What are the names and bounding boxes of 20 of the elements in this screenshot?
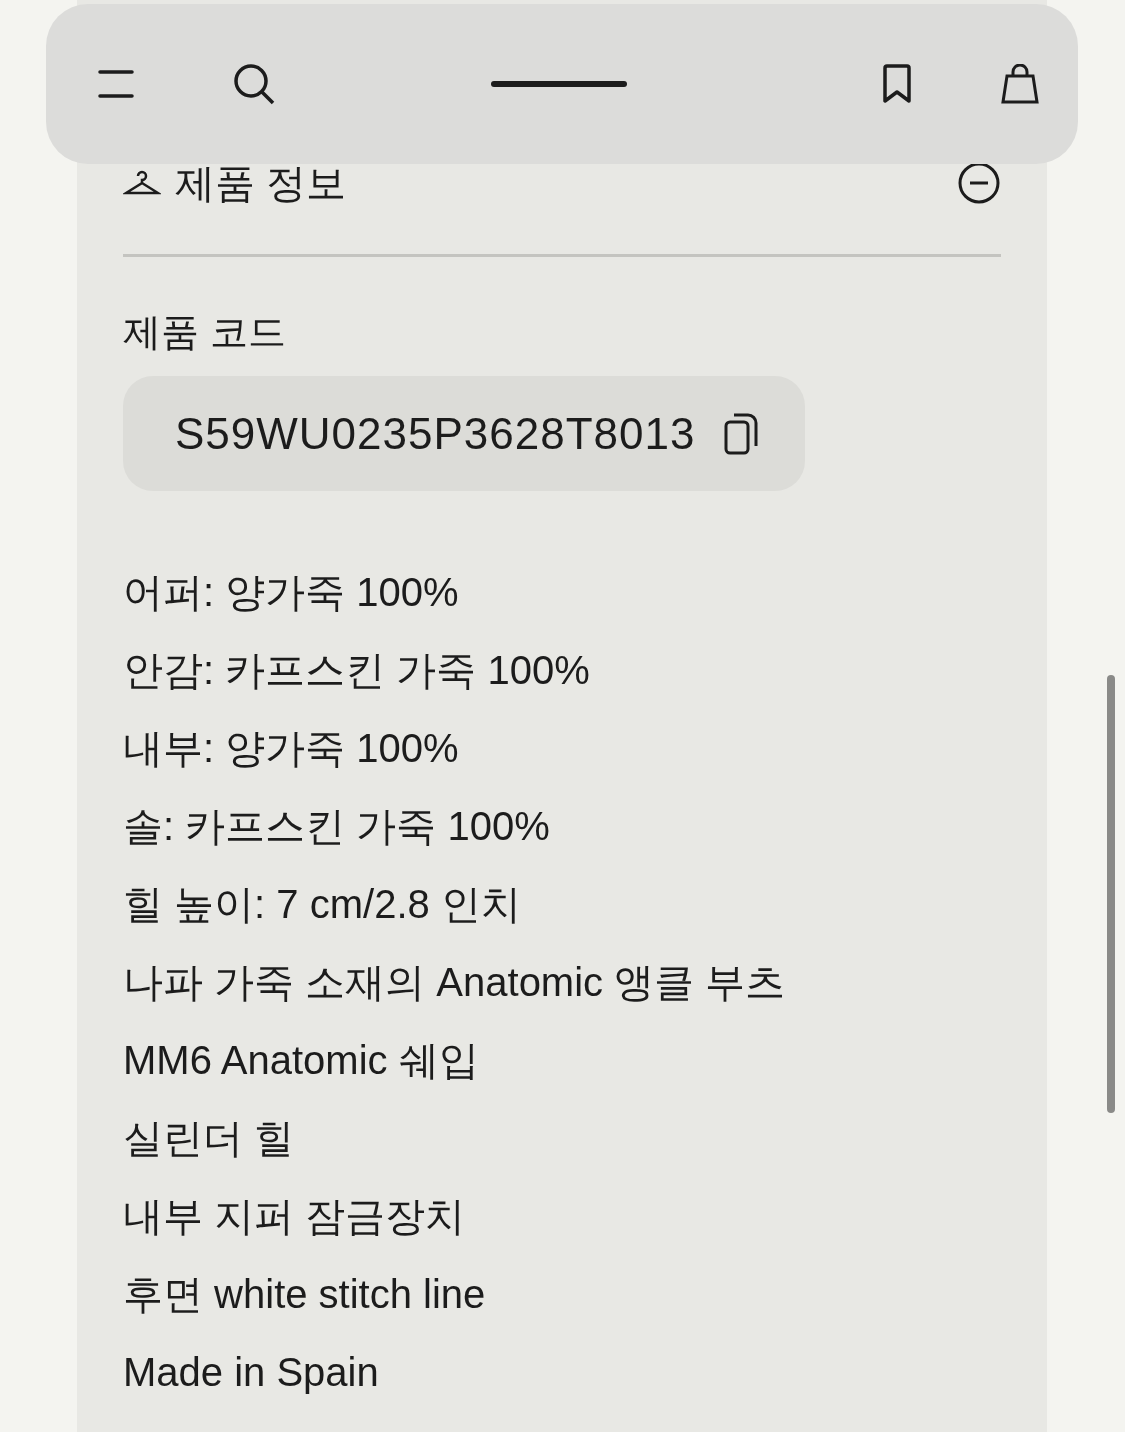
detail-line: 안감: 카프스킨 가죽 100% (123, 647, 591, 694)
menu-icon[interactable] (98, 70, 134, 98)
detail-line: MM6 Anatomic 쉐입 (123, 1037, 480, 1084)
detail-line: 실린더 힐 (123, 1115, 296, 1162)
collapse-icon[interactable] (957, 161, 1001, 205)
detail-line: 내부: 양가죽 100% (123, 725, 460, 772)
detail-line: Made in Spain (123, 1349, 380, 1396)
field-label: 제품 코드 (123, 310, 287, 355)
detail-line: 나파 가죽 소재의 Anatomic 앵클 부츠 (123, 959, 787, 1006)
search-icon[interactable] (232, 62, 276, 106)
detail-line: 내부 지퍼 잠금장치 (123, 1193, 467, 1240)
shopping-bag-icon[interactable] (1000, 64, 1040, 104)
detail-line: 어퍼: 양가죽 100% (123, 569, 460, 616)
bookmark-icon[interactable] (882, 64, 912, 104)
product-code-button[interactable]: S59WU0235P3628T8013 (123, 376, 806, 491)
section-title: 제품 정보 (175, 159, 348, 207)
scrollbar[interactable] (1107, 675, 1115, 1113)
detail-line: 후면 white stitch line (123, 1271, 487, 1318)
detail-line: 솔: 카프스킨 가죽 100% (123, 803, 551, 850)
detail-line: 힐 높이: 7 cm/2.8 인치 (123, 881, 522, 928)
